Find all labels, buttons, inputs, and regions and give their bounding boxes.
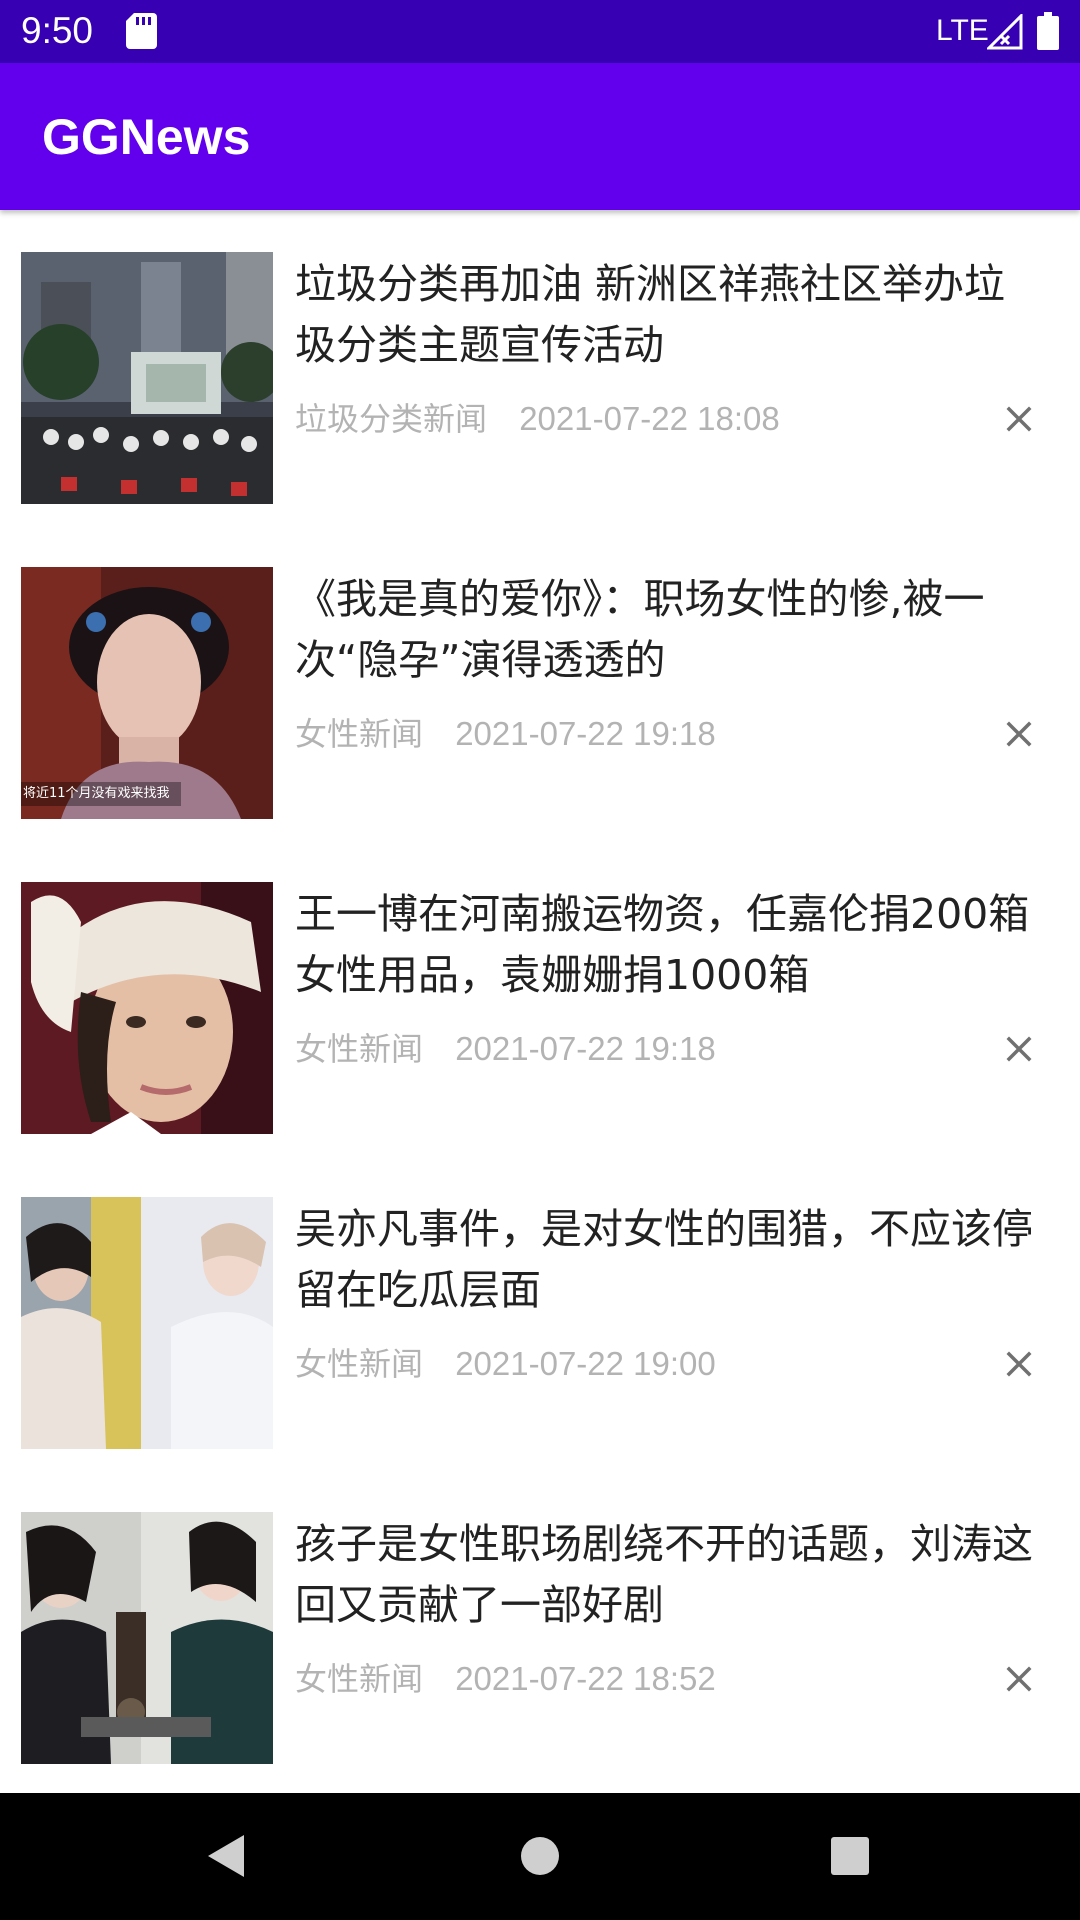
recents-icon[interactable] bbox=[825, 1831, 875, 1881]
close-icon[interactable] bbox=[998, 713, 1040, 755]
news-date: 2021-07-22 18:08 bbox=[519, 400, 780, 437]
news-thumbnail[interactable] bbox=[21, 1512, 273, 1764]
outdoor-movie-screening-photo bbox=[21, 252, 273, 504]
signal-icon bbox=[987, 14, 1023, 50]
close-icon[interactable] bbox=[998, 1028, 1040, 1070]
news-category: 女性新闻 bbox=[295, 1030, 424, 1068]
actress-portrait-photo bbox=[21, 567, 273, 819]
app-title: GGNews bbox=[42, 109, 251, 165]
news-category: 女性新闻 bbox=[295, 1345, 424, 1383]
battery-icon bbox=[1037, 12, 1059, 50]
close-icon[interactable] bbox=[998, 1658, 1040, 1700]
news-list[interactable]: 垃圾分类再加油 新洲区祥燕社区举办垃圾分类主题宣传活动 垃圾分类新闻 2021-… bbox=[0, 210, 1080, 1793]
news-category: 女性新闻 bbox=[295, 715, 424, 753]
news-thumbnail[interactable]: 将近11个月没有戏来找我 bbox=[21, 567, 273, 819]
news-date: 2021-07-22 18:52 bbox=[455, 1660, 716, 1697]
network-type-label: LTE bbox=[936, 14, 989, 47]
back-icon[interactable] bbox=[200, 1831, 250, 1881]
news-item[interactable]: 将近11个月没有戏来找我 《我是真的爱你》：职场女性的惨,被一次“隐孕”演得透透… bbox=[0, 525, 1080, 840]
thumbnail-caption: 将近11个月没有戏来找我 bbox=[23, 786, 170, 801]
man-beanie-portrait-photo bbox=[21, 882, 273, 1134]
news-meta: 垃圾分类新闻 2021-07-22 18:08 bbox=[295, 398, 780, 440]
news-meta: 女性新闻 2021-07-22 19:18 bbox=[295, 713, 716, 755]
news-thumbnail[interactable] bbox=[21, 882, 273, 1134]
drama-scene-photo bbox=[21, 1512, 273, 1764]
close-icon[interactable] bbox=[998, 1343, 1040, 1385]
news-meta: 女性新闻 2021-07-22 19:18 bbox=[295, 1028, 716, 1070]
news-item[interactable]: 吴亦凡事件，是对女性的围猎，不应该停留在吃瓜层面 女性新闻 2021-07-22… bbox=[0, 1155, 1080, 1470]
news-item[interactable]: 王一博在河南搬运物资，任嘉伦捐200箱女性用品，袁姗姗捐1000箱 女性新闻 2… bbox=[0, 840, 1080, 1155]
status-time: 9:50 bbox=[21, 10, 94, 51]
news-item[interactable]: 垃圾分类再加油 新洲区祥燕社区举办垃圾分类主题宣传活动 垃圾分类新闻 2021-… bbox=[0, 210, 1080, 525]
news-thumbnail[interactable] bbox=[21, 1197, 273, 1449]
news-title[interactable]: 《我是真的爱你》：职场女性的惨,被一次“隐孕”演得透透的 bbox=[295, 569, 1040, 691]
news-date: 2021-07-22 19:18 bbox=[455, 715, 716, 752]
navigation-bar bbox=[0, 1793, 1080, 1920]
news-item[interactable]: 孩子是女性职场剧绕不开的话题，刘涛这回又贡献了一部好剧 女性新闻 2021-07… bbox=[0, 1470, 1080, 1785]
news-meta: 女性新闻 2021-07-22 18:52 bbox=[295, 1658, 716, 1700]
status-bar: 9:50 LTE bbox=[0, 0, 1080, 63]
news-title[interactable]: 吴亦凡事件，是对女性的围猎，不应该停留在吃瓜层面 bbox=[295, 1199, 1040, 1321]
news-title[interactable]: 王一博在河南搬运物资，任嘉伦捐200箱女性用品，袁姗姗捐1000箱 bbox=[295, 884, 1040, 1006]
app-bar: GGNews bbox=[0, 63, 1080, 210]
news-thumbnail[interactable] bbox=[21, 252, 273, 504]
news-date: 2021-07-22 19:00 bbox=[455, 1345, 716, 1382]
close-icon[interactable] bbox=[998, 398, 1040, 440]
news-date: 2021-07-22 19:18 bbox=[455, 1030, 716, 1067]
news-category: 垃圾分类新闻 bbox=[295, 400, 488, 438]
two-people-photo bbox=[21, 1197, 273, 1449]
sd-card-icon bbox=[126, 13, 157, 49]
news-title[interactable]: 孩子是女性职场剧绕不开的话题，刘涛这回又贡献了一部好剧 bbox=[295, 1514, 1040, 1636]
news-meta: 女性新闻 2021-07-22 19:00 bbox=[295, 1343, 716, 1385]
home-icon[interactable] bbox=[515, 1831, 565, 1881]
news-title[interactable]: 垃圾分类再加油 新洲区祥燕社区举办垃圾分类主题宣传活动 bbox=[295, 254, 1040, 376]
news-category: 女性新闻 bbox=[295, 1660, 424, 1698]
